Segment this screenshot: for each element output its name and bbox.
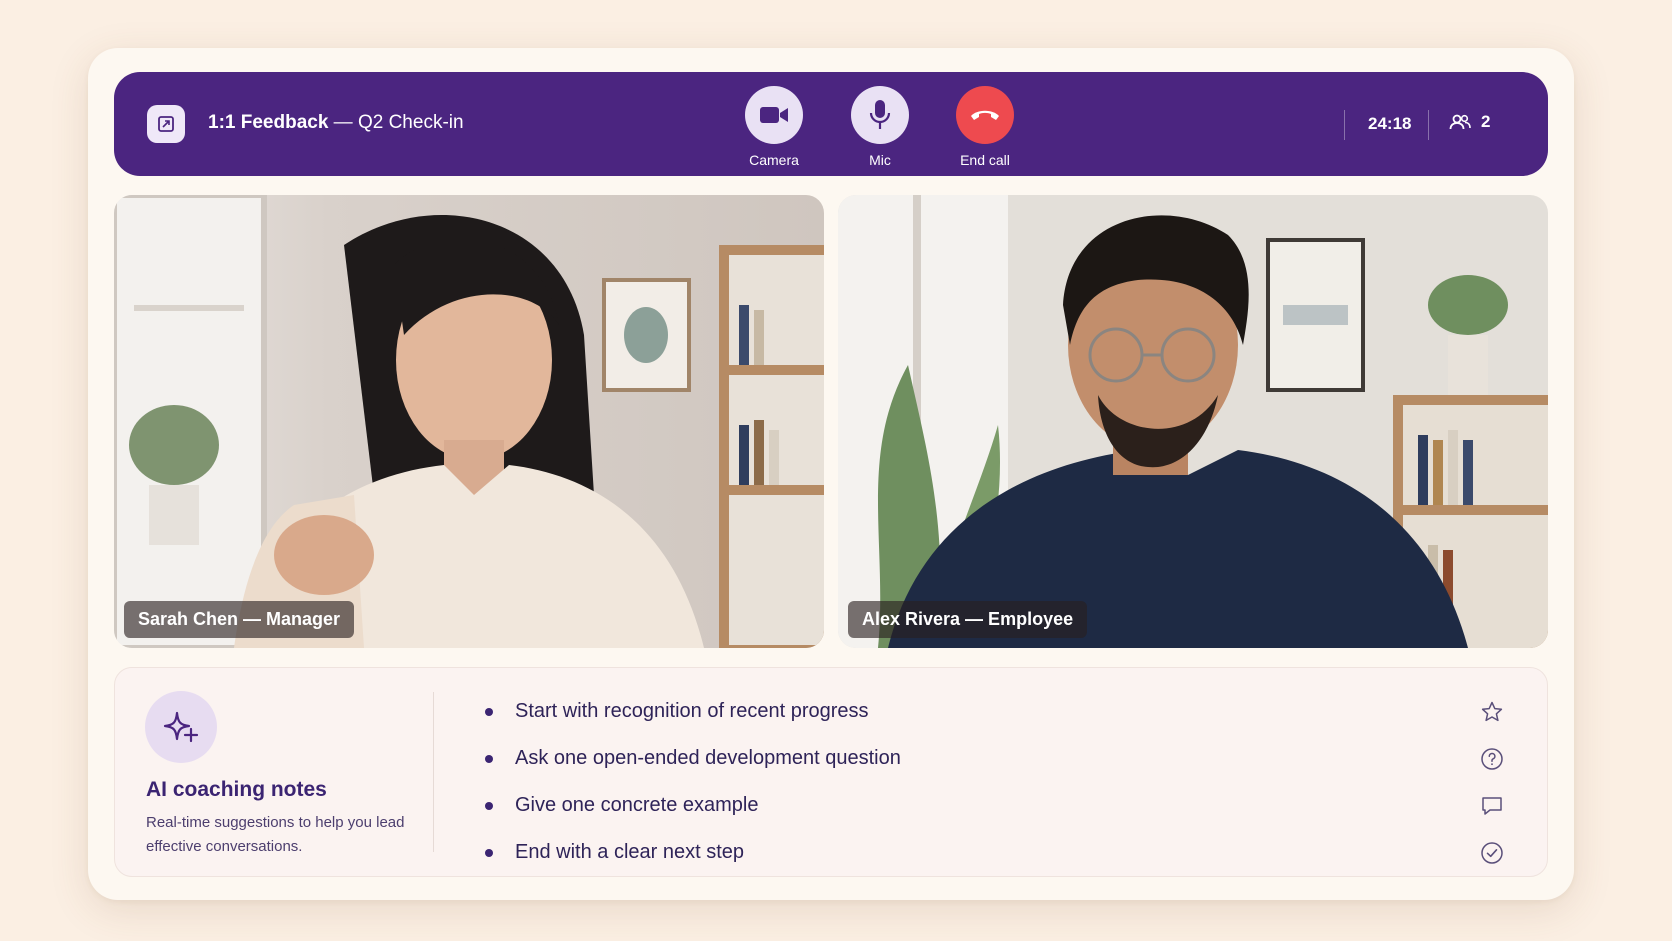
participant-count: 2	[1481, 112, 1491, 131]
coaching-tip: Give one concrete example	[485, 782, 1505, 829]
bullet	[485, 754, 493, 763]
people-icon	[1449, 114, 1471, 130]
sparkle-icon	[145, 691, 217, 763]
mic-label: Mic	[869, 152, 891, 168]
coaching-tips-list: Start with recognition of recent progres…	[485, 688, 1505, 876]
call-header-bar: 1:1 Feedback — Q2 Check-in Camera Mic En…	[114, 72, 1548, 176]
participant-name-label: Alex Rivera — Employee	[848, 601, 1088, 638]
check-circle-icon[interactable]	[1479, 840, 1505, 866]
coaching-subtitle: Real-time suggestions to help you lead e…	[146, 814, 405, 855]
manager-video-feed	[114, 195, 824, 648]
chat-bubble-icon[interactable]	[1479, 793, 1505, 819]
bullet	[485, 707, 493, 716]
video-tile-employee[interactable]: Alex Rivera — Employee	[838, 195, 1548, 648]
camera-label: Camera	[749, 152, 799, 168]
employee-video-feed	[838, 195, 1548, 648]
tip-text: Start with recognition of recent progres…	[515, 700, 869, 722]
bullet	[485, 801, 493, 810]
call-timer: 24:18	[1368, 114, 1412, 133]
mic-button[interactable]: Mic	[840, 86, 920, 168]
microphone-icon	[869, 100, 891, 129]
video-tile-manager[interactable]: Sarah Chen — Manager	[114, 195, 824, 648]
coaching-title: AI coaching notes	[146, 778, 327, 801]
camera-button[interactable]: Camera	[734, 86, 814, 168]
coaching-tip: Ask one open-ended development question	[485, 735, 1505, 782]
camera-icon	[760, 107, 788, 123]
question-icon[interactable]	[1479, 746, 1505, 772]
app-logo-icon	[147, 105, 185, 143]
hang-up-icon	[971, 110, 999, 120]
star-icon[interactable]	[1479, 699, 1505, 725]
tip-text: Ask one open-ended development question	[515, 747, 901, 769]
bullet	[485, 848, 493, 857]
end-call-button[interactable]: End call	[945, 86, 1025, 168]
coaching-tip: Start with recognition of recent progres…	[485, 688, 1505, 735]
header-divider	[1344, 110, 1345, 140]
tip-text: End with a clear next step	[515, 841, 745, 863]
header-divider	[1428, 110, 1429, 140]
ai-coaching-panel: AI coaching notes Real-time suggestions …	[114, 667, 1548, 877]
tip-text: Give one concrete example	[515, 794, 759, 816]
meeting-title: 1:1 Feedback — Q2 Check-in	[208, 112, 464, 133]
coaching-tip: End with a clear next step	[485, 829, 1505, 876]
end-call-label: End call	[960, 152, 1010, 168]
participants-button[interactable]: 2	[1449, 112, 1490, 132]
panel-divider	[433, 692, 434, 852]
call-window: 1:1 Feedback — Q2 Check-in Camera Mic En…	[88, 48, 1574, 900]
participant-name-label: Sarah Chen — Manager	[124, 601, 355, 638]
